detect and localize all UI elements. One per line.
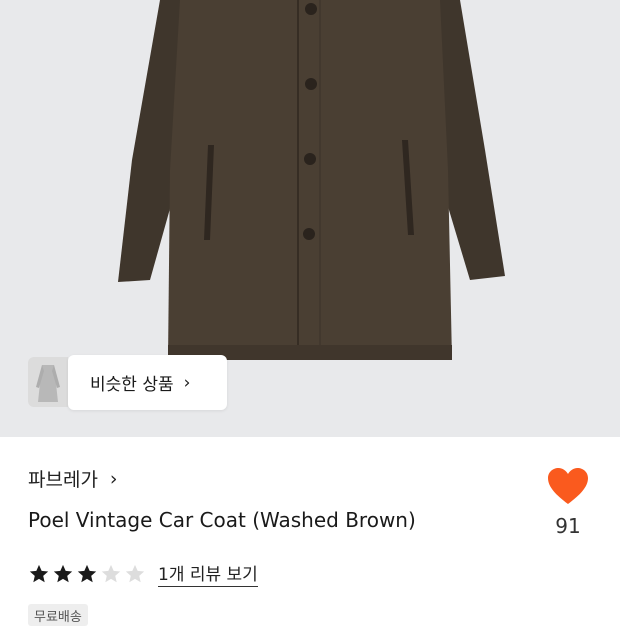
brand-name: 파브레가: [28, 469, 98, 491]
star-empty-icon: [125, 564, 145, 582]
similar-products-label: 비슷한 상품: [90, 375, 174, 395]
star-filled-icon: [77, 564, 97, 582]
star-rating: [28, 563, 146, 585]
star-filled-icon: [53, 564, 73, 582]
like-count: 91: [555, 514, 581, 538]
free-shipping-badge: 무료배송: [28, 604, 88, 626]
view-reviews-link[interactable]: 1개 리뷰 보기: [158, 560, 258, 587]
thumbnail-coat-icon: [36, 365, 60, 402]
brand-link[interactable]: 파브레가 ›: [28, 465, 118, 492]
similar-products-button[interactable]: 비슷한 상품 ›: [68, 355, 227, 410]
chevron-right-icon: ›: [109, 467, 118, 490]
star-filled-icon: [29, 564, 49, 582]
like-button[interactable]: 91: [542, 466, 594, 538]
product-image[interactable]: 비슷한 상품 ›: [0, 0, 620, 437]
heart-icon: [548, 468, 588, 504]
similar-thumbnail[interactable]: [28, 357, 68, 407]
chevron-right-icon: ›: [183, 372, 191, 393]
product-title: Poel Vintage Car Coat (Washed Brown): [28, 508, 416, 532]
star-empty-icon: [101, 564, 121, 582]
rating-row: 1개 리뷰 보기: [28, 560, 258, 587]
